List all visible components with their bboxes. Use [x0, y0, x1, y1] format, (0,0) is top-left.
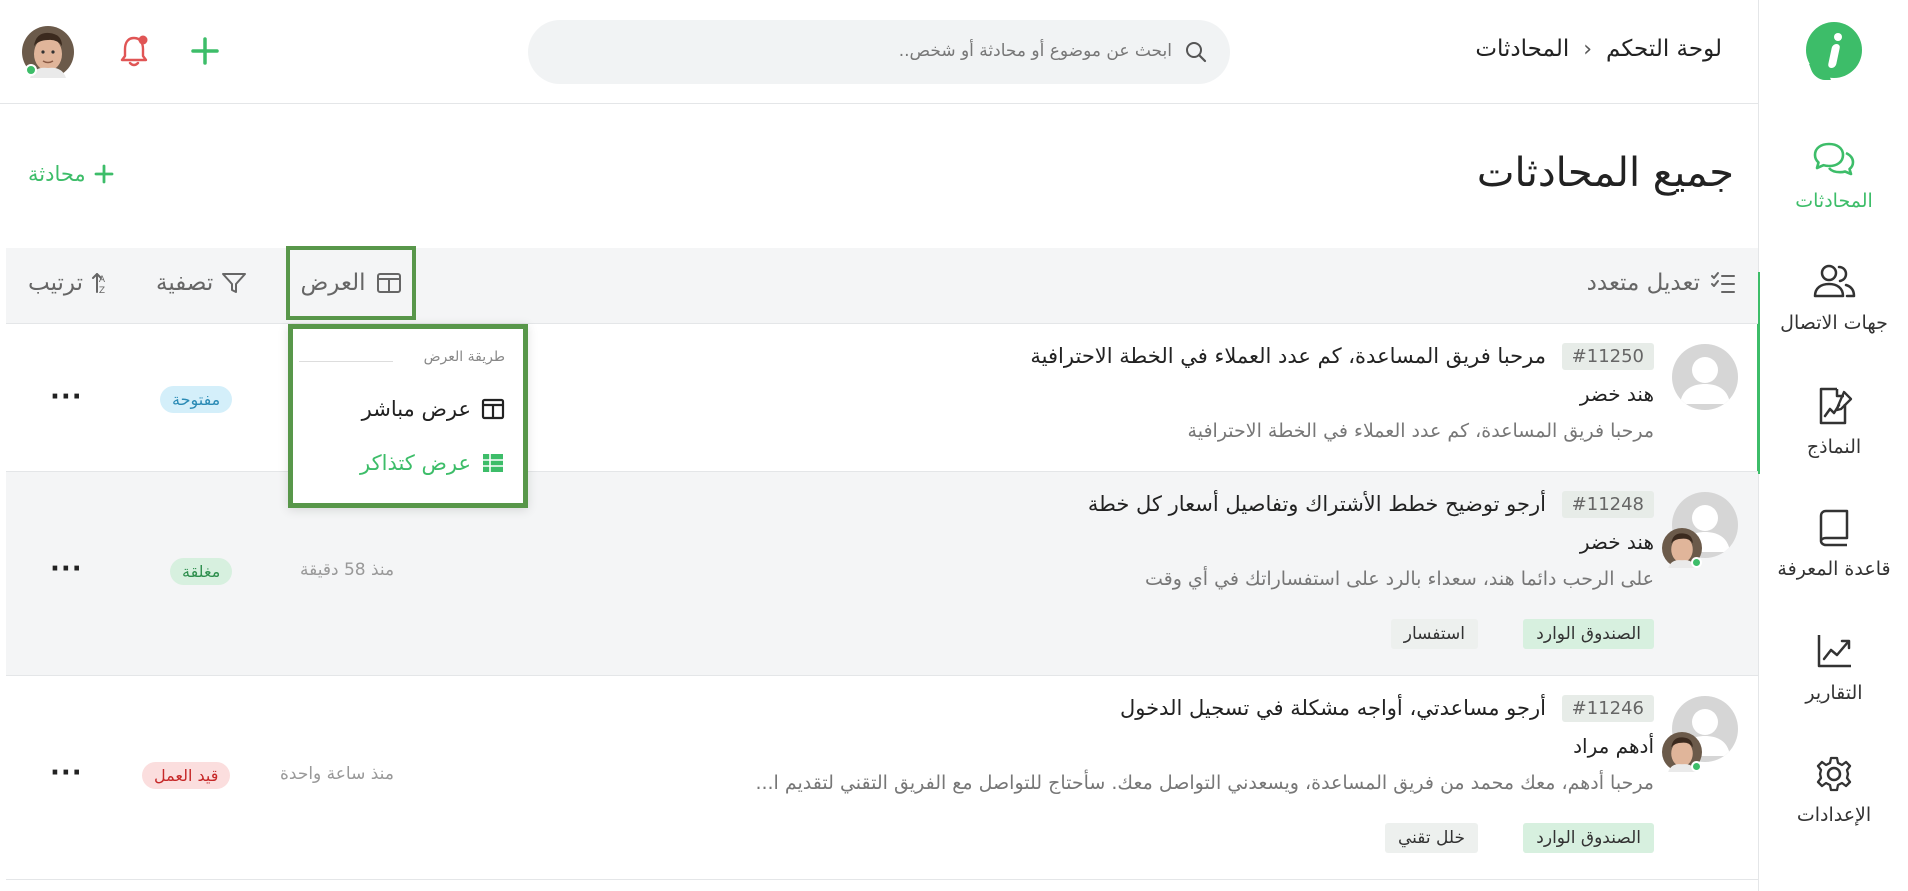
sort-icon: AZ — [92, 273, 106, 295]
timestamp: منذ 58 دقيقة — [300, 560, 395, 580]
conversation-row[interactable]: #11246 أرجو مساعدتي، أواجه مشكلة في تسجي… — [6, 676, 1758, 880]
form-chart-icon — [1819, 387, 1853, 425]
search-input[interactable]: ابحث عن موضوع أو محادثة أو شخص.. — [899, 41, 1172, 61]
top-header: لوحة التحكم ‹ المحادثات ابحث عن موضوع أو م… — [0, 0, 1758, 104]
divider — [299, 361, 393, 362]
more-options-icon[interactable]: ··· — [50, 554, 83, 584]
avatar — [1672, 344, 1738, 410]
message-preview: مرحبا أدهم، معك محمد من فريق المساعدة، و… — [755, 772, 1654, 794]
sidebar-item-forms[interactable]: النماذج — [1759, 386, 1908, 458]
book-icon — [1819, 509, 1849, 547]
sidebar-item-label: الإعدادات — [1796, 804, 1872, 826]
view-mode-dropdown: طريقة العرض عرض مباشر عرض كتذاكر — [288, 324, 528, 508]
sidebar: المحادثات جهات الاتصال النماذج قاعدة الم… — [1757, 0, 1908, 891]
tag-inbox: الصندوق الوارد — [1523, 823, 1654, 853]
more-options-icon[interactable]: ··· — [50, 758, 83, 788]
sidebar-item-settings[interactable]: الإعدادات — [1759, 754, 1908, 826]
svg-text:A: A — [99, 275, 106, 285]
columns-icon — [376, 273, 401, 293]
breadcrumb-root[interactable]: لوحة التحكم — [1606, 36, 1722, 62]
status-badge: مغلقة — [170, 558, 233, 585]
ticket-number: #11246 — [1561, 695, 1654, 722]
chevron-left-icon: ‹ — [1583, 37, 1593, 62]
view-option-label: عرض مباشر — [361, 397, 471, 421]
user-avatar[interactable] — [22, 26, 74, 78]
agent-avatar — [1662, 528, 1702, 568]
status-badge: مفتوحة — [160, 386, 233, 413]
sort-button[interactable]: AZ ترتيب — [28, 270, 115, 296]
plus-icon — [94, 164, 114, 184]
bulk-edit-button[interactable]: تعديل متعدد — [1587, 270, 1736, 296]
search-icon — [1186, 42, 1207, 63]
contact-name: هند خضر — [1579, 530, 1654, 554]
tag-inbox: الصندوق الوارد — [1523, 619, 1654, 649]
status-badge: قيد العمل — [142, 762, 231, 789]
message-preview: مرحبا فريق المساعدة، كم عدد العملاء في ا… — [1187, 420, 1654, 442]
bulk-edit-label: تعديل متعدد — [1586, 270, 1700, 296]
view-option-tickets[interactable]: عرض كتذاكر — [360, 451, 505, 475]
conversation-subject[interactable]: مرحبا فريق المساعدة، كم عدد العملاء في ا… — [1030, 344, 1546, 368]
sidebar-item-label: التقارير — [1805, 682, 1863, 704]
dropdown-heading: طريقة العرض — [423, 349, 505, 365]
ticket-number: #11250 — [1561, 343, 1654, 370]
conversation-row[interactable]: #11250 مرحبا فريق المساعدة، كم عدد العمل… — [6, 324, 1758, 472]
filter-button[interactable]: تصفية — [156, 270, 247, 296]
search-bar[interactable]: ابحث عن موضوع أو محادثة أو شخص.. — [528, 20, 1230, 84]
online-indicator — [25, 64, 37, 76]
sidebar-item-label: قاعدة المعرفة — [1777, 558, 1891, 580]
sidebar-item-conversations[interactable]: المحادثات — [1759, 140, 1908, 212]
checklist-icon — [1711, 272, 1735, 293]
sidebar-item-contacts[interactable]: جهات الاتصال — [1759, 262, 1908, 334]
timestamp: منذ ساعة واحدة — [280, 764, 394, 784]
bell-icon[interactable] — [118, 34, 150, 68]
sidebar-item-knowledge-base[interactable]: قاعدة المعرفة — [1759, 508, 1908, 580]
filter-label: تصفية — [156, 270, 214, 296]
tag-inquiry: استفسار — [1390, 619, 1478, 649]
filter-icon — [222, 273, 247, 293]
view-option-label: عرض كتذاكر — [360, 451, 471, 475]
columns-icon — [481, 398, 505, 420]
svg-text:Z: Z — [99, 286, 105, 295]
message-preview: على الرحب دائما هند، سعداء بالرد على است… — [1144, 568, 1654, 590]
sort-label: ترتيب — [28, 270, 84, 296]
breadcrumb: لوحة التحكم ‹ المحادثات — [1475, 36, 1722, 62]
contacts-icon — [1813, 264, 1856, 298]
breadcrumb-current: المحادثات — [1475, 36, 1570, 62]
chat-bubbles-icon — [1813, 142, 1855, 176]
conversation-subject[interactable]: أرجو توضيح خطط الأشتراك وتفاصيل أسعار كل… — [1088, 492, 1546, 516]
gear-icon — [1816, 756, 1852, 792]
conversations-toolbar: تعديل متعدد العرض تصفية AZ ترتيب — [6, 246, 1758, 324]
trend-chart-icon — [1817, 635, 1851, 668]
conversation-row[interactable]: #11248 أرجو توضيح خطط الأشتراك وتفاصيل أ… — [6, 472, 1758, 676]
sidebar-item-label: النماذج — [1806, 436, 1862, 458]
view-label: العرض — [300, 270, 366, 296]
conversation-subject[interactable]: أرجو مساعدتي، أواجه مشكلة في تسجيل الدخو… — [1120, 696, 1546, 720]
contact-name: أدهم مراد — [1573, 734, 1654, 758]
more-options-icon[interactable]: ··· — [50, 382, 83, 412]
agent-avatar — [1662, 732, 1702, 772]
ticket-number: #11248 — [1561, 491, 1654, 518]
new-conversation-label: محادثة — [28, 162, 86, 186]
plus-icon[interactable] — [190, 36, 220, 66]
sidebar-item-reports[interactable]: التقارير — [1759, 632, 1908, 704]
sidebar-item-label: جهات الاتصال — [1780, 312, 1888, 334]
table-icon — [483, 454, 503, 472]
tag-technical-issue: خلل تقني — [1384, 823, 1478, 853]
app-logo[interactable] — [1806, 22, 1862, 86]
new-conversation-button[interactable]: محادثة — [28, 162, 114, 186]
view-button[interactable]: العرض — [286, 246, 416, 320]
page-title: جميع المحادثات — [1476, 150, 1734, 196]
contact-name: هند خضر — [1579, 382, 1654, 406]
view-option-live[interactable]: عرض مباشر — [362, 397, 505, 421]
sidebar-item-label: المحادثات — [1795, 190, 1873, 212]
